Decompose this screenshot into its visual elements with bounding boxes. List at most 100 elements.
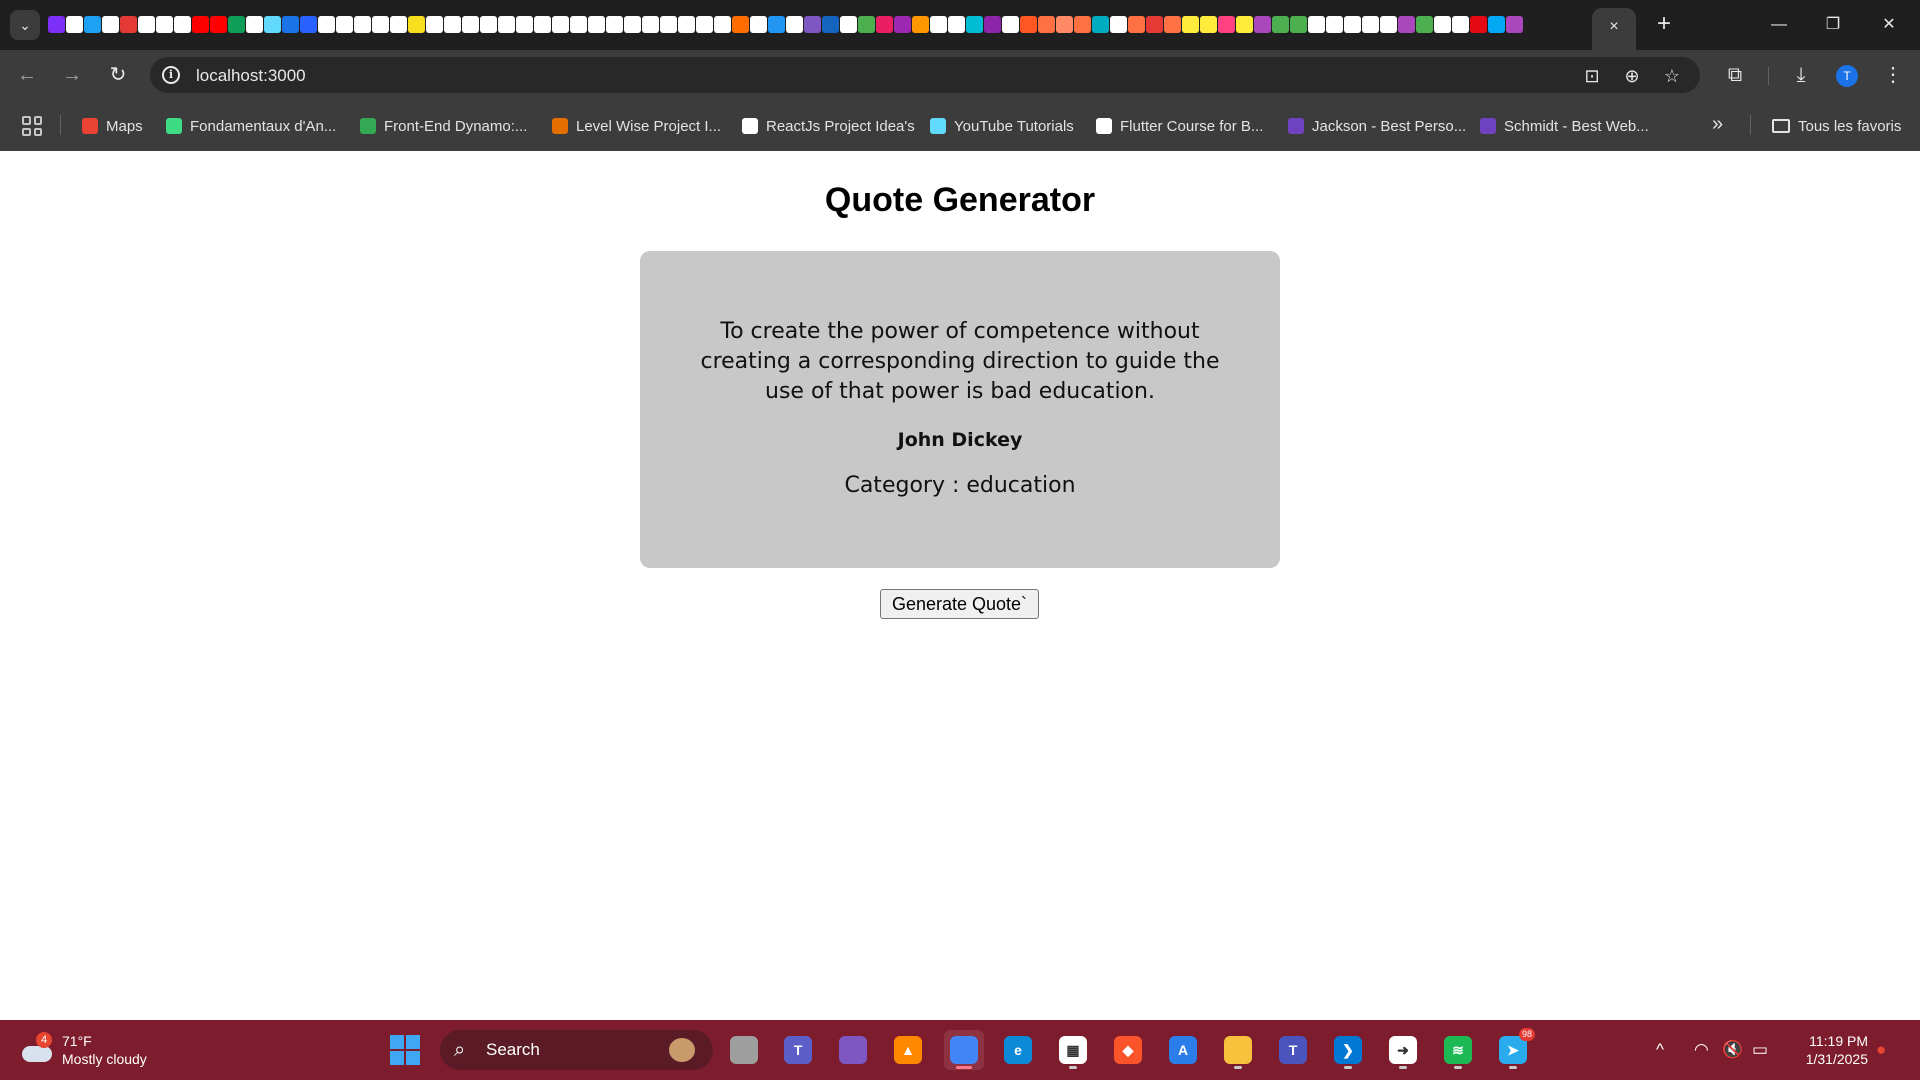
pinned-tab-favicon[interactable] [912, 16, 929, 33]
taskbar-app-task-view[interactable] [724, 1030, 764, 1070]
new-tab-button[interactable]: + [1650, 10, 1678, 38]
pinned-tab-favicon[interactable] [1020, 16, 1037, 33]
pinned-tab-favicon[interactable] [1362, 16, 1379, 33]
bookmarks-overflow-icon[interactable]: » [1712, 113, 1723, 136]
reload-button[interactable]: ↻ [103, 60, 133, 90]
tray-chevron-icon[interactable]: ^ [1656, 1036, 1664, 1064]
downloads-icon[interactable]: ⤓ [1786, 60, 1816, 90]
pinned-tab-favicon[interactable] [1398, 16, 1415, 33]
weather-widget[interactable]: 4 71°F Mostly cloudy [20, 1028, 147, 1072]
battery-icon[interactable]: ▭ [1752, 1036, 1768, 1064]
close-window-button[interactable]: ✕ [1866, 8, 1912, 42]
taskbar-app-file-explorer[interactable] [1218, 1030, 1258, 1070]
bookmark-item[interactable]: Fondamentaux d'An... [166, 114, 336, 138]
pinned-tab-favicon[interactable] [354, 16, 371, 33]
pinned-tab-favicon[interactable] [786, 16, 803, 33]
pinned-tab-favicon[interactable] [1416, 16, 1433, 33]
pinned-tab-favicon[interactable] [498, 16, 515, 33]
pinned-tab-favicon[interactable] [282, 16, 299, 33]
pinned-tab-favicon[interactable] [624, 16, 641, 33]
pinned-tab-favicon[interactable] [372, 16, 389, 33]
taskbar-app-file-move[interactable]: ➜ [1383, 1030, 1423, 1070]
restore-button[interactable]: ❐ [1810, 8, 1856, 42]
pinned-tab-favicon[interactable] [984, 16, 1001, 33]
pinned-tab-favicon[interactable] [1074, 16, 1091, 33]
pinned-tab-favicon[interactable] [1380, 16, 1397, 33]
pinned-tab-favicon[interactable] [1488, 16, 1505, 33]
pinned-tab-favicon[interactable] [480, 16, 497, 33]
pinned-tab-favicon[interactable] [336, 16, 353, 33]
pinned-tab-favicon[interactable] [210, 16, 227, 33]
pinned-tab-favicon[interactable] [84, 16, 101, 33]
pinned-tab-favicon[interactable] [876, 16, 893, 33]
pinned-tab-favicon[interactable] [1344, 16, 1361, 33]
pinned-tab-favicon[interactable] [552, 16, 569, 33]
pinned-tab-favicon[interactable] [138, 16, 155, 33]
pinned-tab-favicon[interactable] [660, 16, 677, 33]
taskbar-app-chrome[interactable] [944, 1030, 984, 1070]
pinned-tab-favicon[interactable] [1002, 16, 1019, 33]
tab-search-button[interactable]: ⌄ [10, 10, 40, 40]
start-button[interactable] [390, 1035, 420, 1065]
bookmark-star-icon[interactable]: ☆ [1659, 63, 1685, 89]
all-bookmarks-folder[interactable]: Tous les favoris [1772, 114, 1901, 138]
pinned-tab-favicon[interactable] [534, 16, 551, 33]
pinned-tab-favicon[interactable] [1470, 16, 1487, 33]
bell-icon[interactable]: ● [1876, 1036, 1886, 1064]
pinned-tab-favicon[interactable] [1182, 16, 1199, 33]
apps-grid-icon[interactable] [22, 116, 42, 136]
pinned-tab-favicon[interactable] [1146, 16, 1163, 33]
bookmark-item[interactable]: Maps [82, 114, 143, 138]
pinned-tab-favicon[interactable] [1434, 16, 1451, 33]
pinned-tab-favicon[interactable] [894, 16, 911, 33]
pinned-tab-favicon[interactable] [318, 16, 335, 33]
profile-avatar[interactable]: T [1836, 65, 1858, 87]
pinned-tab-favicon[interactable] [696, 16, 713, 33]
pinned-tab-favicon[interactable] [732, 16, 749, 33]
taskbar-app-store[interactable]: ▦ [1053, 1030, 1093, 1070]
pinned-tab-favicon[interactable] [1326, 16, 1343, 33]
extensions-icon[interactable]: ⧉ [1720, 60, 1750, 90]
pinned-tab-favicon[interactable] [606, 16, 623, 33]
pinned-tab-favicon[interactable] [1254, 16, 1271, 33]
pinned-tab-favicon[interactable] [714, 16, 731, 33]
pinned-tab-favicon[interactable] [642, 16, 659, 33]
bookmark-item[interactable]: ReactJs Project Idea's [742, 114, 915, 138]
pinned-tab-favicon[interactable] [1506, 16, 1523, 33]
pinned-tab-favicon[interactable] [516, 16, 533, 33]
pinned-tab-favicon[interactable] [156, 16, 173, 33]
site-info-icon[interactable]: i [162, 66, 180, 84]
pinned-tab-favicon[interactable] [444, 16, 461, 33]
pinned-tab-favicon[interactable] [102, 16, 119, 33]
pinned-tab-favicon[interactable] [804, 16, 821, 33]
pinned-tab-favicon[interactable] [858, 16, 875, 33]
pinned-tab-favicon[interactable] [1038, 16, 1055, 33]
taskbar-app-vscode[interactable]: ❯ [1328, 1030, 1368, 1070]
pinned-tab-favicon[interactable] [570, 16, 587, 33]
zoom-icon[interactable]: ⊕ [1619, 63, 1645, 89]
pinned-tab-favicon[interactable] [264, 16, 281, 33]
taskbar-app-vlc[interactable]: ▲ [888, 1030, 928, 1070]
pinned-tab-favicon[interactable] [1110, 16, 1127, 33]
taskbar-search[interactable]: ⌕ Search [440, 1030, 713, 1070]
pinned-tab-favicon[interactable] [822, 16, 839, 33]
pinned-tab-favicon[interactable] [48, 16, 65, 33]
taskbar-app-appstore[interactable]: A [1163, 1030, 1203, 1070]
muted-speaker-icon[interactable]: 🔇 [1722, 1036, 1743, 1064]
pinned-tab-favicon[interactable] [750, 16, 767, 33]
generate-quote-button[interactable]: Generate Quote` [880, 589, 1039, 619]
bookmark-item[interactable]: Flutter Course for B... [1096, 114, 1263, 138]
taskbar-app-brave[interactable]: ◆ [1108, 1030, 1148, 1070]
active-tab[interactable]: × [1592, 8, 1636, 50]
pinned-tab-favicon[interactable] [300, 16, 317, 33]
pinned-tab-favicon[interactable] [426, 16, 443, 33]
pinned-tab-favicon[interactable] [840, 16, 857, 33]
pinned-tab-favicon[interactable] [462, 16, 479, 33]
taskbar-app-copilot[interactable] [833, 1030, 873, 1070]
pinned-tab-favicon[interactable] [1272, 16, 1289, 33]
pinned-tab-favicon[interactable] [408, 16, 425, 33]
pinned-tab-favicon[interactable] [1092, 16, 1109, 33]
bookmark-item[interactable]: Jackson - Best Perso... [1288, 114, 1466, 138]
bookmark-item[interactable]: Front-End Dynamo:... [360, 114, 527, 138]
taskbar-app-spotify[interactable]: ≋ [1438, 1030, 1478, 1070]
